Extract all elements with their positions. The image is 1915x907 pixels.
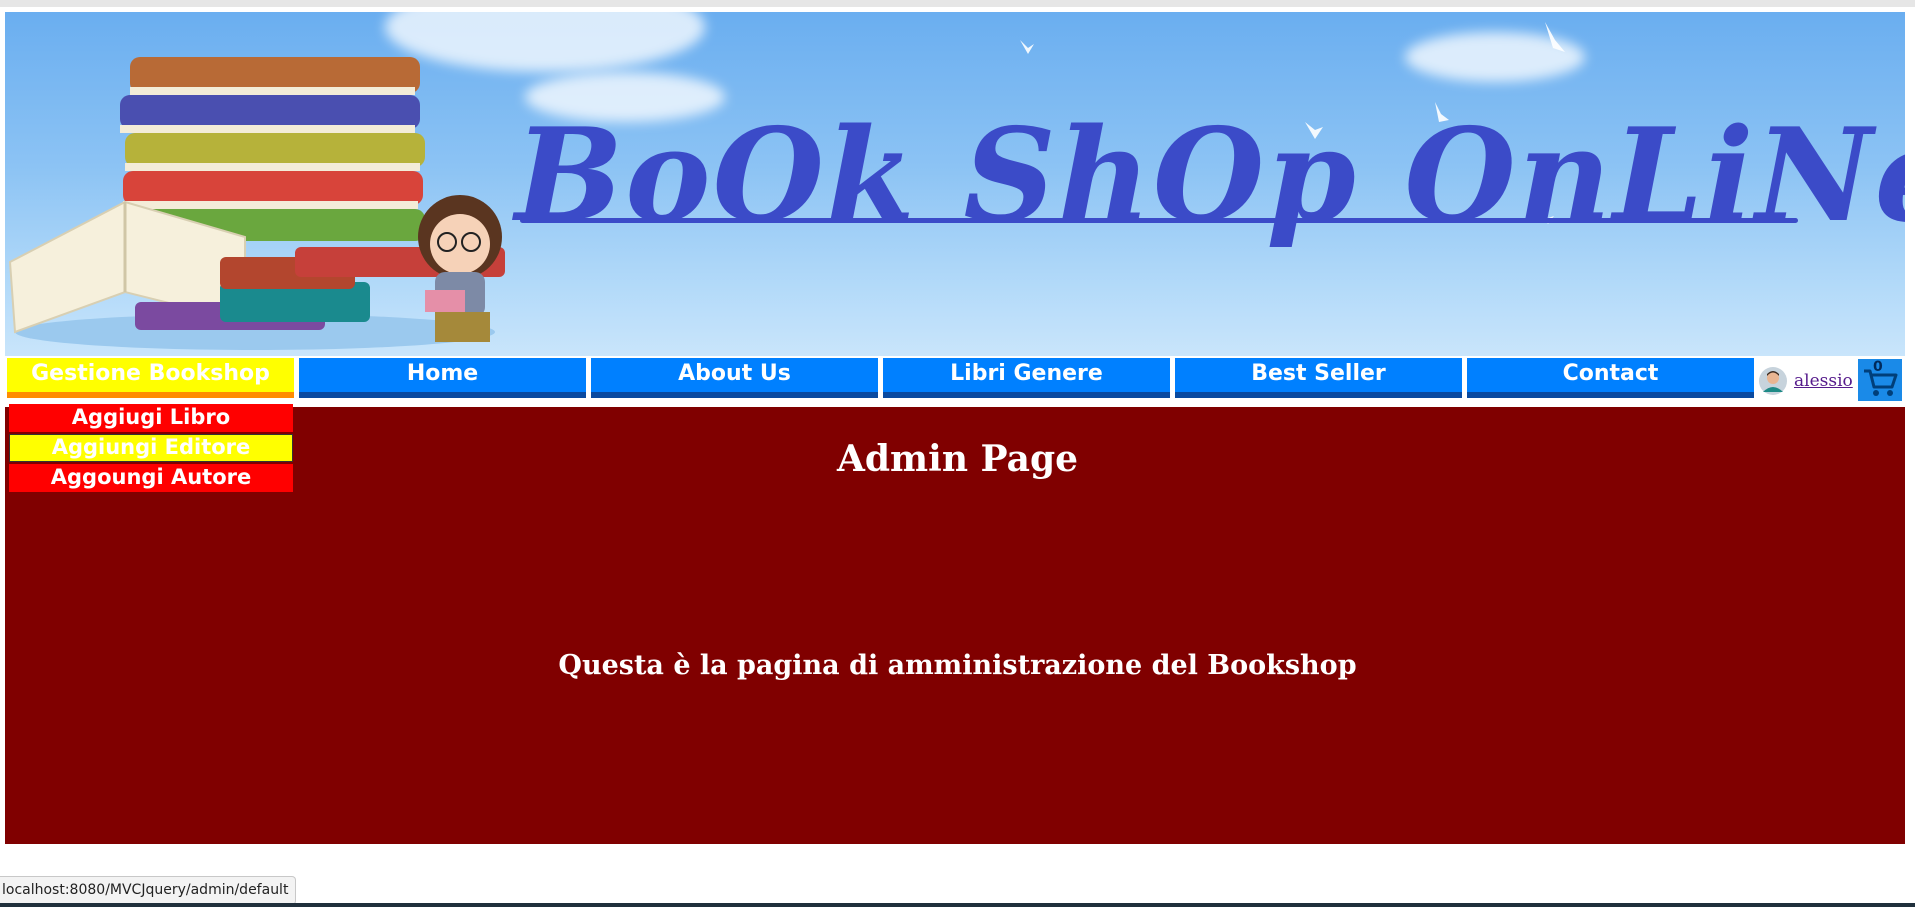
nav-item-contact[interactable]: Contact xyxy=(1467,358,1754,398)
nav-item-libri-genere[interactable]: Libri Genere xyxy=(883,358,1170,398)
brand-strike-line xyxy=(520,218,1798,223)
user-profile-link[interactable]: alessio xyxy=(1794,371,1853,391)
menu-item-aggiungi-editore[interactable]: Aggiungi Editore xyxy=(9,434,293,462)
books-illustration xyxy=(8,57,505,350)
nav-item-home[interactable]: Home xyxy=(299,358,586,398)
nav-item-best-seller[interactable]: Best Seller xyxy=(1175,358,1462,398)
menu-item-aggiungi-libro[interactable]: Aggiugi Libro xyxy=(9,404,293,432)
taskbar-strip xyxy=(0,903,1915,907)
page-description: Questa è la pagina di amministrazione de… xyxy=(558,650,1357,681)
nav-item-gestione-bookshop[interactable]: Gestione Bookshop xyxy=(7,358,294,398)
window-top-rule xyxy=(0,0,1915,7)
nav-item-about-us[interactable]: About Us xyxy=(591,358,878,398)
browser-status-url: localhost:8080/MVCJquery/admin/default xyxy=(0,876,297,905)
user-avatar-icon xyxy=(1759,367,1787,395)
site-banner: BoOk ShOp OnLiNe xyxy=(5,12,1905,356)
user-info: alessio xyxy=(1758,362,1853,400)
cart-count-badge: 0 xyxy=(1873,359,1883,375)
menu-item-aggiungi-autore[interactable]: Aggoungi Autore xyxy=(9,464,293,492)
